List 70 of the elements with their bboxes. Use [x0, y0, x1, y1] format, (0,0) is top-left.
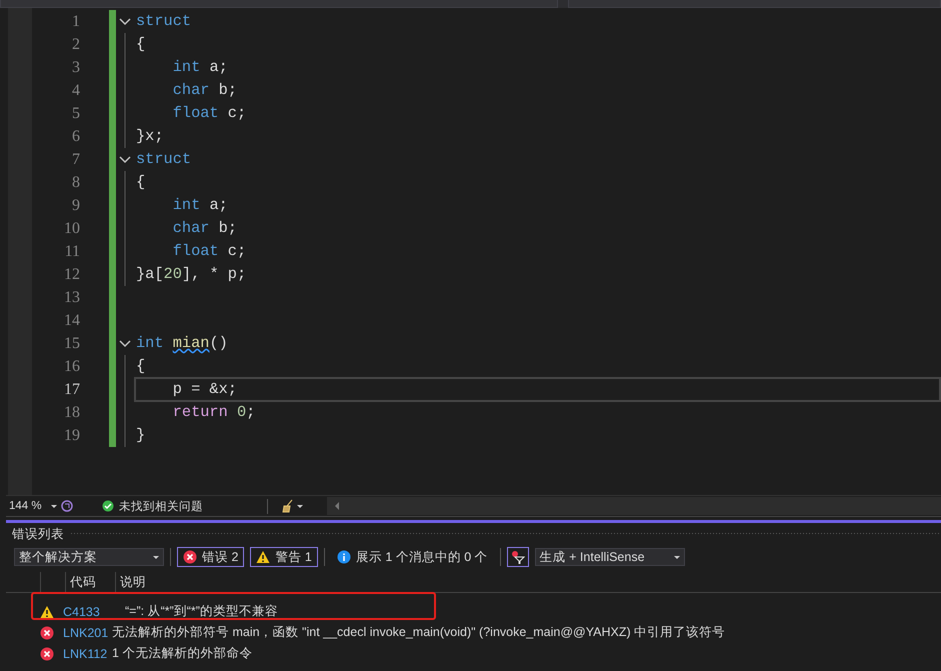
line-number: 8 — [71, 173, 80, 193]
panel-title: 错误列表 — [12, 526, 64, 542]
caret-icon — [674, 556, 680, 558]
line-number: 13 — [63, 288, 80, 308]
info-filter-button[interactable]: 展示 1 个消息中的 0 个 — [330, 547, 494, 567]
issues-status[interactable]: 未找到相关问题 — [119, 498, 203, 514]
code-line: p = &x; — [172, 380, 237, 398]
scroll-left-icon — [335, 502, 339, 510]
error-description: 无法解析的外部符号 main，函数 "int __cdecl invoke_main(void)" (?invoke_main@@YAHXZ) 中引用了该符号 — [112, 624, 726, 641]
info-icon — [336, 550, 351, 564]
error-description: 1 个无法解析的外部命令 — [112, 645, 252, 662]
error-description: “=”: 从“*”到“*”的类型不兼容 — [125, 603, 278, 620]
error-filter-button[interactable]: 错误 2 — [177, 547, 244, 567]
collapse-chevron-icon[interactable] — [119, 339, 131, 348]
error-code: C4133 — [63, 604, 101, 618]
code-line: }a[20], * p; — [136, 265, 246, 283]
code-line: int a; — [172, 58, 228, 76]
code-line: { — [136, 357, 146, 375]
error-icon — [183, 550, 197, 564]
line-number: 4 — [71, 81, 80, 101]
line-number: 12 — [63, 265, 80, 285]
error-icon — [40, 646, 54, 660]
funnel-icon — [510, 550, 525, 564]
line-number: 15 — [63, 334, 80, 354]
code-line: return 0; — [172, 403, 256, 421]
error-code: LNK112 — [63, 646, 108, 660]
line-number: 11 — [64, 242, 80, 262]
caret-icon — [297, 504, 303, 508]
broom-icon — [282, 499, 294, 513]
line-number: 1 — [71, 12, 80, 32]
caret-icon — [51, 504, 57, 508]
code-line: char b; — [172, 219, 237, 237]
column-header[interactable]: 说明 — [115, 572, 180, 592]
column-header[interactable]: 代码 — [65, 572, 115, 592]
line-number: 6 — [71, 127, 80, 147]
collapse-chevron-icon[interactable] — [119, 17, 131, 26]
error-icon — [40, 626, 54, 640]
line-number: 2 — [71, 35, 80, 55]
scope-dropdown[interactable]: 整个解决方案 — [14, 548, 164, 566]
code-line: struct — [136, 150, 192, 168]
code-line: int mian() — [136, 334, 228, 352]
warning-filter-button[interactable]: 警告 1 — [250, 547, 318, 567]
line-number: 9 — [71, 196, 80, 216]
code-line: float c; — [172, 242, 246, 260]
line-number: 14 — [63, 311, 80, 331]
code-line: float c; — [172, 104, 246, 122]
code-line: char b; — [172, 81, 237, 99]
horizontal-scrollbar[interactable] — [327, 497, 941, 515]
code-line: } — [136, 426, 146, 444]
line-number: 3 — [71, 58, 80, 78]
code-line: { — [136, 173, 146, 191]
error-code: LNK201 — [63, 626, 110, 640]
collapse-chevron-icon[interactable] — [119, 155, 131, 164]
source-dropdown[interactable]: 生成 + IntelliSense — [534, 548, 685, 566]
filter-button[interactable] — [506, 547, 529, 567]
line-number: 7 — [71, 150, 80, 170]
code-line: int a; — [172, 196, 228, 214]
line-number: 5 — [71, 104, 80, 124]
line-number: 17 — [63, 380, 80, 400]
line-number: 16 — [63, 357, 80, 377]
check-icon — [102, 500, 114, 512]
warning-icon — [40, 604, 54, 618]
line-number: 19 — [63, 426, 80, 446]
line-number: 10 — [63, 219, 80, 239]
code-line: { — [136, 35, 146, 53]
warning-icon — [256, 550, 270, 564]
code-line: struct — [136, 12, 192, 30]
line-number: 18 — [63, 403, 80, 423]
code-line: }x; — [136, 127, 164, 145]
caret-icon — [153, 556, 159, 558]
